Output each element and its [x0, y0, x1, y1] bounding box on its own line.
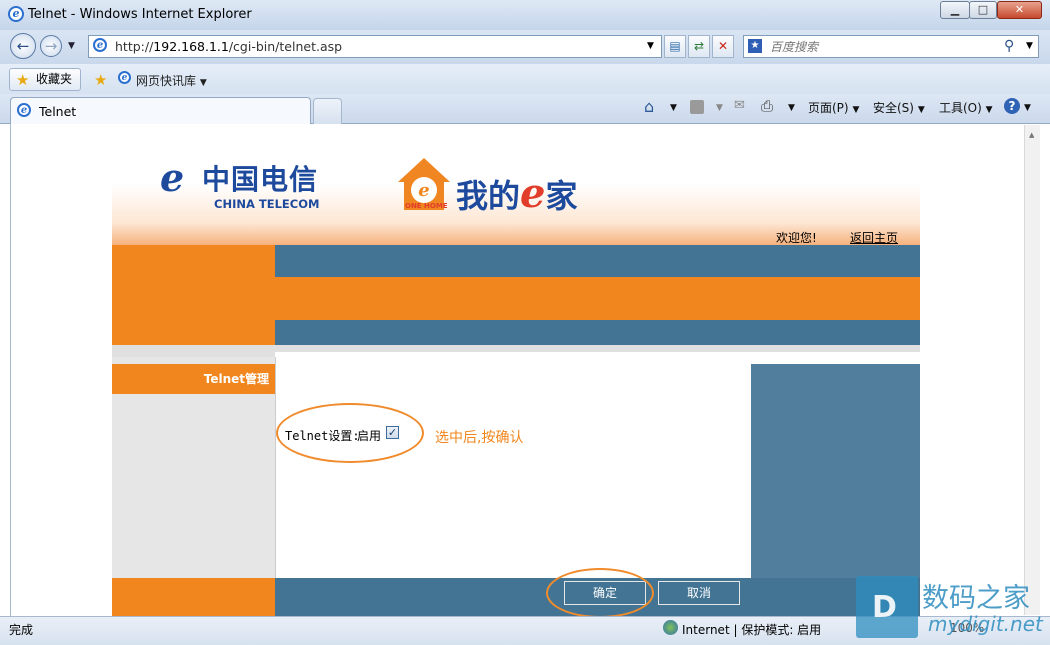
product-logo: 我的e家 [456, 170, 578, 217]
tab-telnet[interactable]: e Telnet [10, 97, 311, 124]
watermark-d-glyph: D [872, 590, 897, 625]
brand-chinese: 中国电信 [202, 163, 319, 196]
annotation-circle-ok [546, 568, 654, 618]
back-button[interactable]: ← [10, 33, 36, 59]
brand-english: CHINA TELECOM [214, 197, 320, 211]
menu-main-band [275, 277, 920, 320]
favorites-button[interactable]: ★ 收藏夹 [9, 68, 82, 91]
ie-logo-icon: e [8, 6, 24, 22]
new-tab-button[interactable] [313, 98, 342, 124]
maximize-button[interactable]: □ [969, 1, 997, 19]
page-icon: e [93, 38, 107, 52]
quick-library-icon: e [118, 71, 131, 84]
menu-left-block [112, 245, 275, 345]
menu-sub-band [275, 320, 920, 345]
search-icon[interactable]: ⚲ [1004, 38, 1014, 54]
scroll-up-icon[interactable]: ▲ [1029, 131, 1034, 139]
home-icon[interactable]: ⌂ [644, 97, 654, 116]
stop-icon[interactable]: ✕ [712, 35, 734, 58]
footer-left-block [112, 578, 275, 616]
page-menu[interactable]: 页面(P) ▼ [808, 99, 859, 116]
minimize-button[interactable]: ▁ [940, 1, 970, 19]
home-link[interactable]: 返回主页 [850, 229, 898, 245]
sidebar-item-telnet[interactable]: Telnet管理 [112, 364, 275, 394]
main-panel [275, 357, 751, 578]
favorites-label: 收藏夹 [36, 72, 73, 86]
mail-icon[interactable]: ✉ [734, 98, 745, 113]
tab-favicon-icon: e [17, 103, 31, 117]
quick-library-link[interactable]: 网页快讯库 ▼ [136, 72, 207, 89]
search-dropdown-icon[interactable]: ▼ [1026, 41, 1033, 51]
vertical-scrollbar[interactable]: ▲ [1024, 125, 1040, 615]
history-dropdown-icon[interactable]: ▼ [68, 41, 75, 51]
house-tag: ONE HOME [405, 202, 448, 210]
status-text: 完成 [9, 623, 34, 637]
search-input[interactable] [768, 37, 988, 56]
svg-text:e: e [418, 180, 429, 201]
security-zone-text[interactable]: Internet | 保护模式: 启用 [682, 621, 821, 638]
internet-zone-icon [663, 620, 678, 635]
instruction-annotation: 选中后,按确认 [435, 430, 524, 446]
favorites-star-icon: ★ [16, 71, 30, 89]
china-telecom-logo-icon: e [160, 155, 185, 200]
home-dropdown-icon[interactable]: ▼ [670, 103, 677, 113]
watermark-url: mydigit.net [928, 612, 1043, 636]
refresh-icon[interactable]: ⇄ [688, 35, 710, 58]
forward-button[interactable]: → [40, 35, 62, 57]
feeds-icon[interactable] [690, 100, 704, 114]
cancel-button[interactable]: 取消 [658, 581, 740, 605]
window-title: Telnet - Windows Internet Explorer [28, 7, 252, 22]
tab-label: Telnet [39, 104, 77, 119]
compatibility-view-icon[interactable]: ▤ [664, 35, 686, 58]
address-dropdown-icon[interactable]: ▼ [647, 41, 654, 51]
close-button[interactable]: ✕ [997, 1, 1042, 19]
watermark-name: 数码之家 [922, 583, 1030, 614]
search-box[interactable]: ★ ⚲ ▼ [743, 35, 1039, 58]
tools-menu[interactable]: 工具(O) ▼ [939, 99, 993, 116]
address-url: http://192.168.1.1/cgi-bin/telnet.asp [115, 39, 343, 54]
feeds-dropdown-icon[interactable]: ▼ [716, 103, 723, 113]
print-icon[interactable]: ⎙ [761, 97, 773, 115]
welcome-text: 欢迎您! [776, 231, 817, 245]
safety-menu[interactable]: 安全(S) ▼ [873, 99, 925, 116]
add-favorite-icon[interactable]: ★ [94, 71, 107, 89]
quick-library-dropdown-icon: ▼ [199, 78, 207, 88]
help-icon[interactable]: ? [1004, 98, 1020, 114]
banner: e 中国电信 CHINA TELECOM e ONE HOME 我的e家 欢迎您… [112, 134, 920, 245]
menu-top-band [275, 245, 920, 277]
help-dropdown-icon[interactable]: ▼ [1024, 103, 1031, 113]
print-dropdown-icon[interactable]: ▼ [788, 103, 795, 113]
address-field[interactable]: e http://192.168.1.1/cgi-bin/telnet.asp … [88, 35, 662, 58]
right-panel [751, 364, 920, 578]
annotation-circle-checkbox [276, 403, 424, 463]
baidu-icon: ★ [748, 39, 762, 53]
